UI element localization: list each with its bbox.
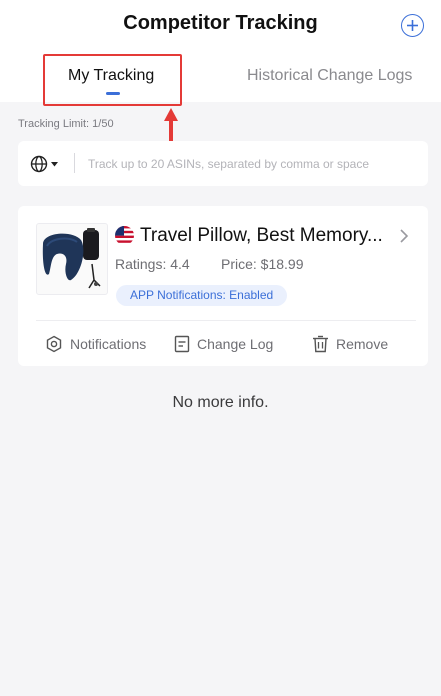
remove-button[interactable]: Remove [312, 334, 388, 354]
product-title[interactable]: Travel Pillow, Best Memory... [140, 225, 394, 247]
globe-icon [30, 155, 48, 173]
travel-pillow-image [42, 228, 101, 289]
notifications-button[interactable]: Notifications [45, 334, 146, 354]
asin-search-bar [18, 141, 428, 186]
change-log-label: Change Log [197, 336, 274, 352]
marketplace-selector[interactable] [30, 153, 62, 175]
change-log-button[interactable]: Change Log [174, 334, 273, 354]
product-price: Price: $18.99 [221, 256, 304, 272]
remove-label: Remove [336, 336, 389, 352]
product-ratings: Ratings: 4.4 [115, 256, 190, 272]
plus-circle-icon [407, 20, 418, 31]
end-of-list-message: No more info. [172, 394, 269, 411]
us-flag-icon [115, 226, 134, 245]
chevron-right-icon[interactable] [398, 228, 410, 244]
card-divider [36, 320, 416, 321]
notifications-label: Notifications [70, 336, 147, 352]
notification-status-badge: APP Notifications: Enabled [116, 285, 288, 306]
search-divider [74, 153, 75, 173]
caret-down-icon [51, 161, 58, 166]
page-title: Competitor Tracking [123, 12, 318, 34]
tracking-limit: Tracking Limit: 1/50 [18, 118, 114, 130]
tab-historical-change-logs[interactable]: Historical Change Logs [247, 67, 412, 85]
notifications-icon [46, 335, 62, 353]
annotation-highlight-box [43, 54, 182, 106]
trash-icon [313, 335, 328, 353]
asin-search-input[interactable] [88, 151, 418, 176]
add-tracking-button[interactable] [401, 14, 424, 37]
change-log-icon [174, 335, 190, 353]
product-image[interactable] [36, 223, 108, 295]
tracked-product-card: Travel Pillow, Best Memory... Ratings: 4… [18, 206, 428, 366]
